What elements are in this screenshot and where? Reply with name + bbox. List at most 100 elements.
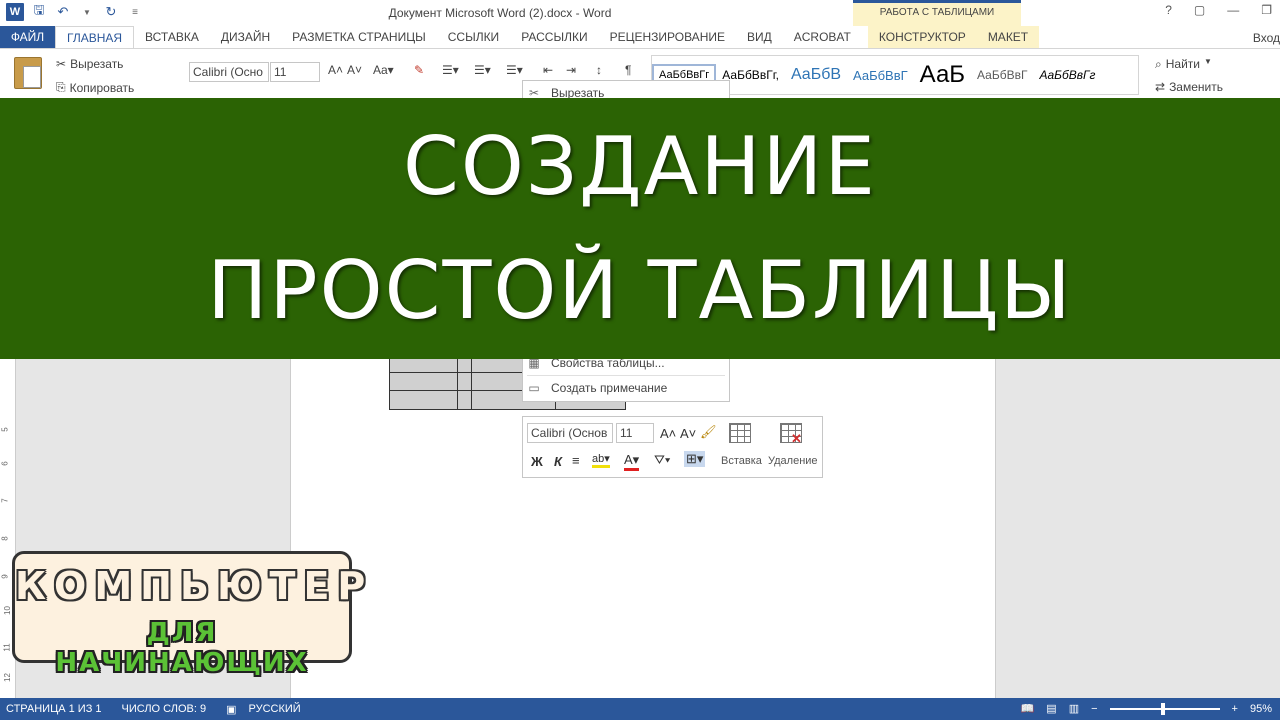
print-layout-icon[interactable]: ▤ xyxy=(1046,702,1056,715)
cut-label: Вырезать xyxy=(70,57,124,71)
sign-in-link[interactable]: Вход xyxy=(1253,31,1280,45)
decrease-indent-icon[interactable]: ⇤ xyxy=(543,63,553,77)
multilevel-list-icon[interactable]: ☰▾ xyxy=(506,63,523,77)
grow-font-icon[interactable]: A˄ xyxy=(328,63,343,77)
zoom-slider[interactable] xyxy=(1109,702,1220,715)
restore-button[interactable]: ❐ xyxy=(1261,3,1272,17)
replace-button[interactable]: ⇄ Заменить xyxy=(1155,80,1223,94)
align-center-icon[interactable]: ≡ xyxy=(572,453,580,468)
zoom-slider-thumb[interactable] xyxy=(1160,702,1165,715)
tab-review[interactable]: РЕЦЕНЗИРОВАНИЕ xyxy=(599,26,736,48)
insert-table-icon[interactable] xyxy=(729,423,751,443)
find-button[interactable]: ⌕ Найти ▼ xyxy=(1155,57,1212,72)
copy-button[interactable]: ⎘ Копировать xyxy=(56,80,134,95)
delete-label[interactable]: Удаление xyxy=(768,455,818,467)
table-cell[interactable] xyxy=(458,391,473,409)
comment-icon: ▭ xyxy=(528,381,540,395)
format-painter-icon[interactable]: 🖌 xyxy=(700,424,717,440)
ruler-number: 6 xyxy=(0,461,10,466)
language[interactable]: РУССКИЙ xyxy=(249,703,301,715)
clear-formatting-icon[interactable]: ✎ xyxy=(414,63,424,77)
ruler-number: 11 xyxy=(2,643,12,652)
tab-design[interactable]: ДИЗАЙН xyxy=(210,26,281,48)
ruler-number: 5 xyxy=(0,427,10,432)
style-heading-1[interactable]: АаБбВ xyxy=(785,66,847,84)
change-case-icon[interactable]: Aa▾ xyxy=(373,63,394,77)
ruler-number: 12 xyxy=(2,673,12,682)
banner-title-line-2: ПРОСТОЙ ТАБЛИЦЫ xyxy=(207,244,1073,337)
find-label: Найти xyxy=(1165,57,1200,71)
bold-button[interactable]: Ж xyxy=(531,454,543,469)
document-title: Документ Microsoft Word (2).docx - Word xyxy=(388,6,612,20)
help-button[interactable]: ? xyxy=(1165,3,1172,17)
copy-icon: ⎘ xyxy=(56,80,66,94)
menu-divider xyxy=(527,375,725,376)
replace-icon: ⇄ xyxy=(1155,80,1166,94)
read-mode-icon[interactable]: 📖 xyxy=(1021,702,1035,715)
style-heading-2[interactable]: АаБбВвГ xyxy=(847,68,914,83)
tab-mailings[interactable]: РАССЫЛКИ xyxy=(510,26,598,48)
ruler-number: 8 xyxy=(0,536,10,541)
borders-icon[interactable]: ⊞▾ xyxy=(684,451,706,467)
shrink-font-icon[interactable]: A˅ xyxy=(347,63,362,77)
style-subtle-emphasis[interactable]: АаБбВвГг xyxy=(1033,68,1101,82)
paste-icon[interactable] xyxy=(14,57,42,89)
grow-font-icon[interactable]: A˄ xyxy=(660,426,676,441)
tab-insert[interactable]: ВСТАВКА xyxy=(134,26,210,48)
italic-button[interactable]: К xyxy=(554,454,562,469)
web-layout-icon[interactable]: ▥ xyxy=(1069,702,1079,715)
ribbon-display-button[interactable]: ▢ xyxy=(1194,3,1205,17)
channel-logo: КОМПЬЮТЕР ДЛЯ НАЧИНАЮЩИХ xyxy=(12,551,374,678)
numbering-icon[interactable]: ☰▾ xyxy=(474,63,491,77)
tab-table-layout[interactable]: МАКЕТ xyxy=(976,26,1040,48)
replace-label: Заменить xyxy=(1169,80,1223,94)
table-tools-context-label: РАБОТА С ТАБЛИЦАМИ xyxy=(853,0,1021,26)
menu-item-new-comment[interactable]: ▭ Создать примечание xyxy=(527,378,725,398)
bullets-icon[interactable]: ☰▾ xyxy=(442,63,459,77)
proofing-icon[interactable]: ▣ xyxy=(226,703,236,716)
word-count[interactable]: ЧИСЛО СЛОВ: 9 xyxy=(122,703,207,715)
tab-home[interactable]: ГЛАВНАЯ xyxy=(55,26,135,48)
logo-line-2: ДЛЯ НАЧИНАЮЩИХ xyxy=(55,618,309,678)
chevron-down-icon: ▼ xyxy=(1203,57,1212,66)
font-color-icon[interactable]: A▾ xyxy=(624,452,640,471)
banner-title-line-1: СОЗДАНИЕ xyxy=(403,120,877,213)
tab-page-layout[interactable]: РАЗМЕТКА СТРАНИЦЫ xyxy=(281,26,437,48)
style-subtitle[interactable]: АаБбВвГ xyxy=(971,68,1033,82)
table-cell[interactable] xyxy=(390,391,459,409)
page-count[interactable]: СТРАНИЦА 1 ИЗ 1 xyxy=(6,703,102,715)
font-name-combobox[interactable]: Calibri (Осно xyxy=(189,62,269,82)
shrink-font-icon[interactable]: A˅ xyxy=(680,426,696,441)
increase-indent-icon[interactable]: ⇥ xyxy=(566,63,576,77)
tab-file[interactable]: ФАЙЛ xyxy=(0,26,55,48)
title-bar: W 🖫 ↶ ▼ ↻ ≡ Документ Microsoft Word (2).… xyxy=(0,0,1280,26)
scissors-icon: ✂ xyxy=(56,57,67,71)
zoom-out-button[interactable]: − xyxy=(1091,703,1097,715)
delete-x-icon: ✕ xyxy=(791,431,802,446)
highlight-icon[interactable]: ab▾ xyxy=(592,452,610,468)
minimize-button[interactable]: — xyxy=(1227,3,1239,17)
style-title[interactable]: АаБ xyxy=(914,61,971,89)
ruler-number: 9 xyxy=(0,574,10,579)
ruler-number: 7 xyxy=(0,498,10,503)
mini-size-combobox[interactable]: 11 xyxy=(616,423,654,443)
cut-button[interactable]: ✂ Вырезать xyxy=(56,57,123,71)
menu-item-label: Создать примечание xyxy=(551,381,668,395)
zoom-level[interactable]: 95% xyxy=(1250,703,1272,715)
mini-toolbar: Calibri (Основ 11 A˄ A˅ 🖌 Ж К ≡ ab▾ A▾ ⛛… xyxy=(522,416,823,478)
insert-label[interactable]: Вставка xyxy=(721,455,762,467)
table-cell[interactable] xyxy=(390,373,459,390)
title-banner: СОЗДАНИЕ ПРОСТОЙ ТАБЛИЦЫ xyxy=(0,98,1280,359)
table-cell[interactable] xyxy=(458,373,473,390)
logo-line-1: КОМПЬЮТЕР xyxy=(15,564,374,608)
zoom-in-button[interactable]: + xyxy=(1232,703,1238,715)
tab-table-design[interactable]: КОНСТРУКТОР xyxy=(867,26,977,48)
shading-icon[interactable]: ⛛▾ xyxy=(654,452,670,468)
sort-icon[interactable]: ↕ xyxy=(596,63,602,77)
tab-view[interactable]: ВИД xyxy=(736,26,783,48)
font-size-combobox[interactable]: 11 xyxy=(270,62,320,82)
tab-references[interactable]: ССЫЛКИ xyxy=(437,26,510,48)
mini-font-combobox[interactable]: Calibri (Основ xyxy=(527,423,613,443)
tab-acrobat[interactable]: ACROBAT xyxy=(783,26,862,48)
pilcrow-icon[interactable]: ¶ xyxy=(625,63,631,77)
